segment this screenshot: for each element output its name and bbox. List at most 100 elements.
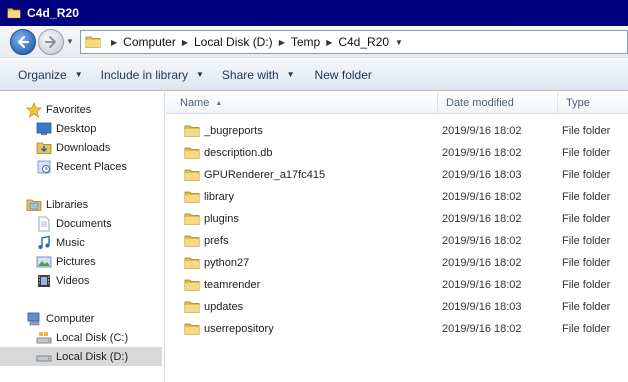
file-name-cell: _bugreports xyxy=(184,120,263,142)
type-cell: File folder xyxy=(562,169,611,181)
include-in-library-button[interactable]: Include in library ▼ xyxy=(93,64,212,86)
column-name-label: Name xyxy=(180,97,210,109)
table-row[interactable]: prefs 2019/9/16 18:02 File folder xyxy=(166,230,628,252)
date-cell: 2019/9/16 18:02 xyxy=(442,235,522,247)
command-bar: Organize ▼ Include in library ▼ Share wi… xyxy=(0,59,628,91)
navigation-pane: Favorites Desktop Downloads Recent Place… xyxy=(0,92,165,382)
sort-ascending-icon: ▲ xyxy=(215,99,223,107)
history-dropdown-icon[interactable]: ▼ xyxy=(66,37,76,46)
folder-icon xyxy=(184,257,200,269)
documents-icon xyxy=(38,216,50,231)
arrow-right-icon xyxy=(45,35,56,48)
nav-computer-label: Computer xyxy=(46,312,95,325)
nav-libraries[interactable]: Libraries xyxy=(0,195,162,214)
file-name: userrepository xyxy=(204,323,274,335)
chevron-down-icon: ▼ xyxy=(196,70,204,79)
nav-favorites-label: Favorites xyxy=(46,103,92,116)
nav-desktop[interactable]: Desktop xyxy=(0,119,162,138)
nav-recent-places[interactable]: Recent Places xyxy=(0,157,162,176)
breadcrumb-temp[interactable]: Temp xyxy=(291,35,320,49)
share-with-label: Share with xyxy=(221,67,279,82)
nav-local-disk-c[interactable]: Local Disk (C:) xyxy=(0,328,162,347)
folder-icon xyxy=(184,235,200,247)
file-name-cell: plugins xyxy=(184,208,239,230)
organize-label: Organize xyxy=(18,67,67,82)
date-cell: 2019/9/16 18:02 xyxy=(442,191,522,203)
chevron-down-icon: ▼ xyxy=(286,70,295,79)
new-folder-label: New folder xyxy=(314,67,372,82)
date-cell: 2019/9/16 18:02 xyxy=(442,257,522,269)
window-title: C4d_R20 xyxy=(27,6,80,20)
file-name: library xyxy=(204,191,234,203)
nav-videos-label: Videos xyxy=(56,274,90,287)
folder-icon xyxy=(7,8,21,19)
file-name: description.db xyxy=(204,147,273,159)
file-name-cell: userrepository xyxy=(184,318,274,340)
nav-desktop-label: Desktop xyxy=(56,122,97,135)
table-row[interactable]: updates 2019/9/16 18:03 File folder xyxy=(166,296,628,318)
breadcrumb-local-disk-d[interactable]: Local Disk (D:) xyxy=(194,35,273,49)
include-in-library-label: Include in library xyxy=(100,67,188,82)
column-date-label: Date modified xyxy=(446,97,514,109)
folder-icon xyxy=(184,213,200,225)
type-cell: File folder xyxy=(562,125,611,137)
chevron-right-icon[interactable]: ▶ xyxy=(279,38,285,47)
column-type[interactable]: Type xyxy=(558,92,628,114)
file-name: python27 xyxy=(204,257,250,269)
file-name-cell: teamrender xyxy=(184,274,260,296)
table-row[interactable]: _bugreports 2019/9/16 18:02 File folder xyxy=(166,120,628,142)
nav-downloads[interactable]: Downloads xyxy=(0,138,162,157)
forward-button[interactable] xyxy=(38,28,64,55)
computer-icon xyxy=(27,312,40,325)
table-row[interactable]: teamrender 2019/9/16 18:02 File folder xyxy=(166,274,628,296)
table-row[interactable]: python27 2019/9/16 18:02 File folder xyxy=(166,252,628,274)
nav-music[interactable]: Music xyxy=(0,233,162,252)
chevron-right-icon[interactable]: ▶ xyxy=(111,38,117,47)
date-cell: 2019/9/16 18:02 xyxy=(442,323,522,335)
date-cell: 2019/9/16 18:02 xyxy=(442,147,522,159)
nav-videos[interactable]: Videos xyxy=(0,271,162,290)
folder-icon xyxy=(85,36,101,48)
folder-icon xyxy=(184,191,200,203)
downloads-folder-icon xyxy=(36,142,52,154)
nav-local-disk-c-label: Local Disk (C:) xyxy=(56,331,129,344)
folder-icon xyxy=(184,301,200,313)
chevron-right-icon[interactable]: ▶ xyxy=(182,38,188,47)
file-name-cell: python27 xyxy=(184,252,249,274)
breadcrumb-computer[interactable]: Computer xyxy=(123,35,176,49)
column-date-modified[interactable]: Date modified xyxy=(438,92,558,114)
breadcrumb-c4d-r20[interactable]: C4d_R20 xyxy=(338,35,389,49)
nav-favorites[interactable]: Favorites xyxy=(0,100,162,119)
new-folder-button[interactable]: New folder xyxy=(307,64,380,86)
date-cell: 2019/9/16 18:03 xyxy=(442,169,522,181)
address-row: ▼ ▶ Computer ▶ Local Disk (D:) ▶ Temp ▶ … xyxy=(0,26,628,58)
nav-local-disk-d-label: Local Disk (D:) xyxy=(56,350,129,363)
table-row[interactable]: userrepository 2019/9/16 18:02 File fold… xyxy=(166,318,628,340)
chevron-down-icon[interactable]: ▼ xyxy=(395,38,403,47)
column-name[interactable]: Name ▲ xyxy=(166,92,438,114)
table-row[interactable]: description.db 2019/9/16 18:02 File fold… xyxy=(166,142,628,164)
file-name-cell: description.db xyxy=(184,142,273,164)
nav-local-disk-d[interactable]: Local Disk (D:) xyxy=(0,347,162,366)
type-cell: File folder xyxy=(562,323,611,335)
nav-downloads-label: Downloads xyxy=(56,141,111,154)
share-with-button[interactable]: Share with ▼ xyxy=(214,64,303,86)
videos-icon xyxy=(38,274,50,287)
libraries-icon xyxy=(26,199,42,211)
back-button[interactable] xyxy=(10,28,36,55)
file-name: plugins xyxy=(204,213,239,225)
file-name: teamrender xyxy=(204,279,261,291)
table-row[interactable]: plugins 2019/9/16 18:02 File folder xyxy=(166,208,628,230)
address-bar[interactable]: ▶ Computer ▶ Local Disk (D:) ▶ Temp ▶ C4… xyxy=(80,30,628,54)
date-cell: 2019/9/16 18:02 xyxy=(442,279,522,291)
nav-documents[interactable]: Documents xyxy=(0,214,162,233)
nav-computer[interactable]: Computer xyxy=(0,309,162,328)
table-row[interactable]: GPURenderer_a17fc415 2019/9/16 18:03 Fil… xyxy=(166,164,628,186)
table-row[interactable]: library 2019/9/16 18:02 File folder xyxy=(166,186,628,208)
organize-button[interactable]: Organize ▼ xyxy=(10,64,91,86)
drive-icon xyxy=(36,355,52,361)
drive-c-icon xyxy=(36,331,52,343)
nav-pictures[interactable]: Pictures xyxy=(0,252,162,271)
nav-music-label: Music xyxy=(56,236,85,249)
chevron-right-icon[interactable]: ▶ xyxy=(326,38,332,47)
